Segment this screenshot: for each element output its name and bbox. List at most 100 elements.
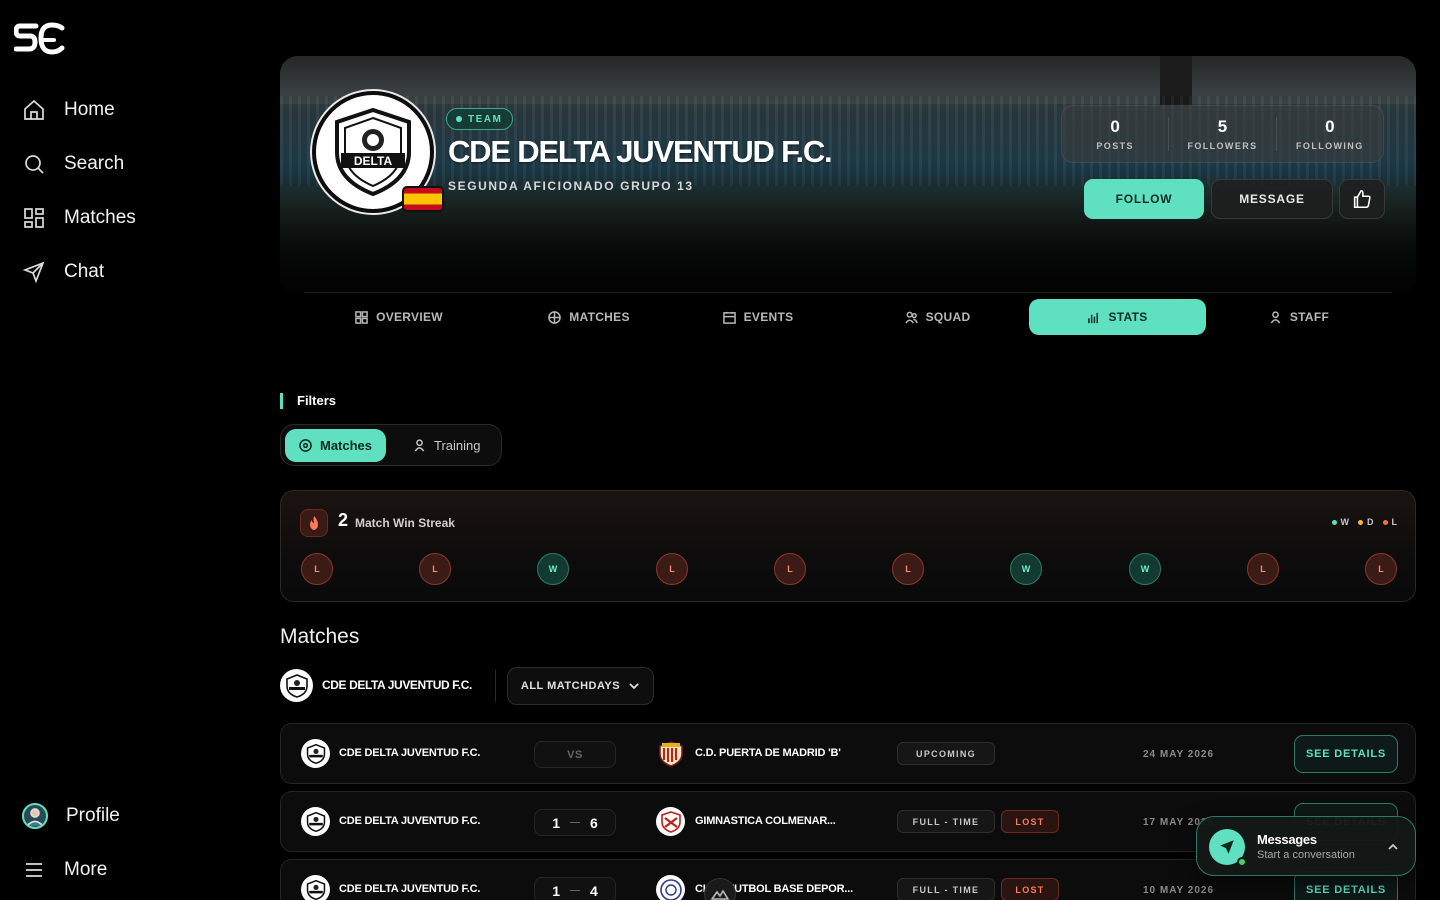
streak-result-loss: L	[301, 553, 333, 585]
legend-draw: D	[1358, 517, 1374, 527]
nav-chat[interactable]: Chat	[22, 257, 104, 287]
tab-matches[interactable]: MATCHES	[494, 299, 684, 335]
filter-training-chip[interactable]: Training	[399, 429, 494, 462]
ball-icon	[299, 439, 312, 452]
nav-more[interactable]: More	[22, 855, 107, 885]
legend-win: W	[1331, 517, 1349, 527]
stat-followers[interactable]: 5 FOLLOWERS	[1169, 117, 1277, 151]
match-score: 1 6	[534, 809, 616, 836]
home-icon	[24, 99, 44, 120]
home-team-logo	[301, 739, 330, 768]
tab-stats[interactable]: STATS	[1029, 299, 1206, 335]
vs-label: VS	[567, 748, 583, 761]
streak-label: Match Win Streak	[355, 516, 455, 530]
messages-subtitle: Start a conversation	[1257, 849, 1355, 861]
like-button[interactable]	[1339, 179, 1385, 219]
tab-overview-label: OVERVIEW	[376, 310, 443, 324]
away-team-name: C.D. PUERTA DE MADRID 'B'	[695, 747, 841, 759]
user-icon	[414, 439, 425, 452]
matches-section-title: Matches	[280, 625, 360, 648]
follow-button[interactable]: FOLLOW	[1084, 179, 1204, 219]
team-league: SEGUNDA AFICIONADO GRUPO 13	[448, 179, 694, 193]
tab-overview[interactable]: OVERVIEW	[304, 299, 494, 335]
divider	[495, 670, 496, 702]
home-team-logo	[301, 807, 330, 836]
home-goals: 1	[552, 882, 560, 899]
home-team-name: CDE DELTA JUVENTUD F.C.	[339, 883, 481, 895]
streak-result-loss: L	[1247, 553, 1279, 585]
calendar-icon	[722, 311, 736, 324]
score-separator	[570, 890, 580, 891]
team-tabs: OVERVIEW MATCHES EVENTS SQUAD STATS STAF…	[304, 292, 1392, 338]
match-row[interactable]: CDE DELTA JUVENTUD F.C. VS C.D. PUERTA D…	[280, 723, 1416, 784]
filter-toggle: Matches Training	[280, 424, 502, 466]
streak-result-loss: L	[1365, 553, 1397, 585]
match-result-badge: LOST	[1001, 810, 1059, 833]
app-root: Home Search Matches Chat Profile More DE…	[0, 0, 1440, 900]
see-details-button[interactable]: SEE DETAILS	[1294, 735, 1398, 773]
stat-posts-label: POSTS	[1096, 141, 1134, 151]
streak-count: 2	[338, 510, 349, 530]
thumbs-up-icon	[1353, 189, 1371, 209]
streak-result-win: W	[1010, 553, 1042, 585]
filters-title: Filters	[280, 393, 336, 409]
streak-result-loss: L	[656, 553, 688, 585]
match-date: 10 MAY 2026	[1143, 885, 1215, 896]
messages-widget[interactable]: Messages Start a conversation	[1196, 816, 1416, 876]
nav-search[interactable]: Search	[22, 149, 124, 179]
grid-icon	[355, 310, 368, 324]
legend-loss: L	[1382, 517, 1397, 527]
home-team-name: CDE DELTA JUVENTUD F.C.	[339, 815, 481, 827]
chevron-up-icon[interactable]	[1387, 841, 1399, 853]
team-banner	[280, 56, 1416, 294]
tab-matches-label: MATCHES	[569, 310, 630, 324]
tab-squad-label: SQUAD	[925, 310, 971, 324]
stat-following[interactable]: 0 FOLLOWING	[1277, 117, 1383, 151]
score-separator	[570, 822, 580, 823]
match-result-badge: LOST	[1001, 878, 1059, 900]
message-button[interactable]: MESSAGE	[1211, 179, 1333, 219]
users-icon	[904, 311, 918, 324]
filter-matches-chip[interactable]: Matches	[285, 429, 387, 462]
tab-events-label: EVENTS	[743, 310, 794, 324]
opponent-crest-icon	[658, 740, 683, 767]
grid-icon	[24, 208, 44, 228]
home-goals: 1	[552, 814, 560, 831]
team-crest-icon	[306, 811, 325, 832]
nav-home[interactable]: Home	[22, 95, 115, 125]
tab-events[interactable]: EVENTS	[668, 299, 848, 335]
matches-team-name: CDE DELTA JUVENTUD F.C.	[322, 678, 472, 692]
ball-icon	[548, 310, 562, 324]
stat-followers-value: 5	[1217, 117, 1228, 136]
nav-matches[interactable]: Matches	[22, 203, 136, 233]
menu-icon	[26, 863, 42, 877]
team-type-badge: TEAM	[446, 108, 514, 130]
tab-stats-label: STATS	[1108, 310, 1148, 324]
app-logo[interactable]	[14, 22, 66, 58]
flame-icon	[300, 509, 328, 537]
stat-following-label: FOLLOWING	[1296, 141, 1364, 151]
team-stats: 0 POSTS 5 FOLLOWERS 0 FOLLOWING	[1061, 105, 1384, 163]
streak-result-loss: L	[774, 553, 806, 585]
nav-profile[interactable]: Profile	[22, 801, 120, 831]
stat-followers-label: FOLLOWERS	[1187, 141, 1258, 151]
stat-posts-value: 0	[1110, 117, 1120, 136]
chevron-down-icon	[629, 683, 639, 690]
streak-result-loss: L	[419, 553, 451, 585]
nav-matches-label: Matches	[64, 207, 136, 228]
tab-staff[interactable]: STAFF	[1209, 299, 1389, 335]
match-date: 24 MAY 2026	[1143, 749, 1215, 760]
streak-result-win: W	[537, 553, 569, 585]
team-logo-small	[280, 669, 313, 702]
nav-chat-label: Chat	[64, 261, 105, 282]
team-crest-icon	[306, 879, 325, 900]
team-crest-icon	[306, 743, 325, 764]
home-team-name: CDE DELTA JUVENTUD F.C.	[339, 747, 481, 759]
matchday-select[interactable]: ALL MATCHDAYS	[507, 667, 654, 705]
tab-squad[interactable]: SQUAD	[849, 299, 1026, 335]
user-icon	[1270, 310, 1281, 323]
streak-result-win: W	[1129, 553, 1161, 585]
stat-posts[interactable]: 0 POSTS	[1062, 117, 1170, 151]
send-icon	[22, 261, 45, 284]
nav-search-label: Search	[64, 153, 125, 174]
